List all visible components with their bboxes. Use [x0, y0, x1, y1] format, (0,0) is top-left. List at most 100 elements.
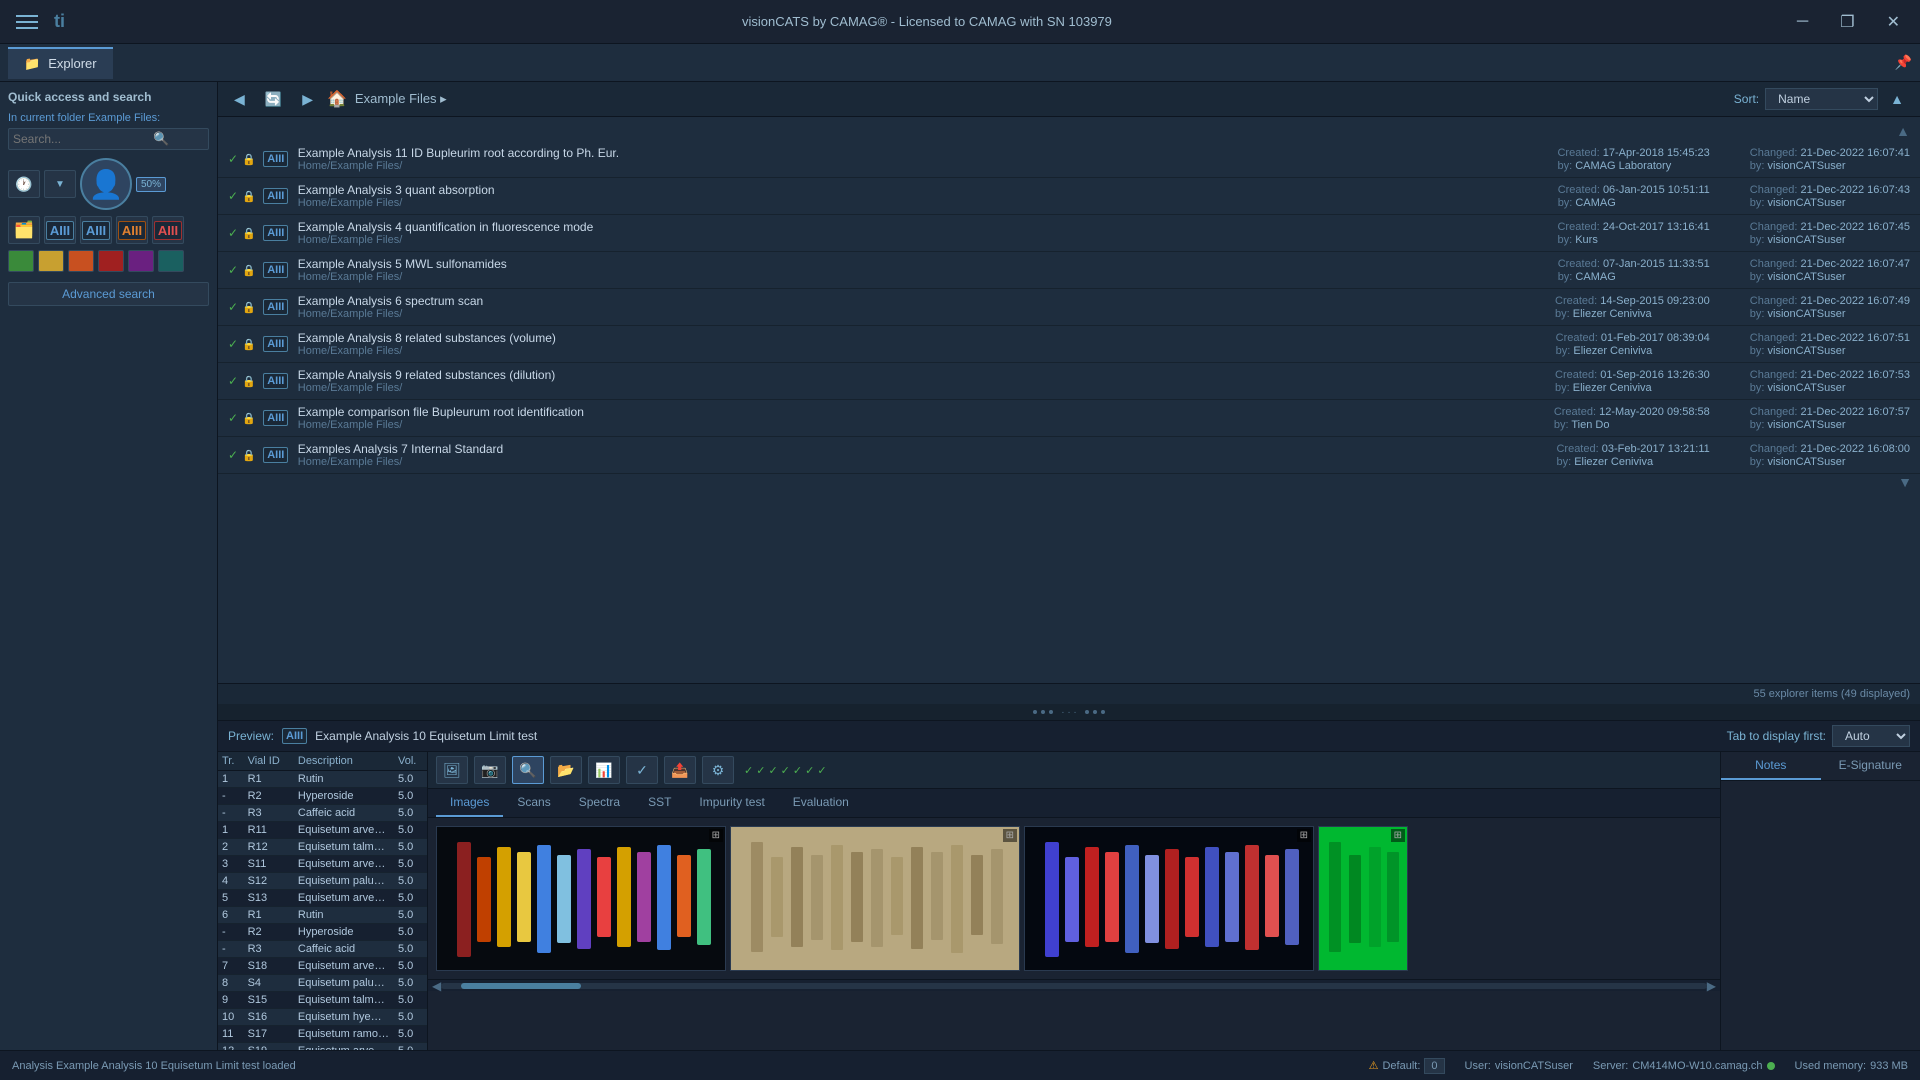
tool-folder-icon[interactable]: 📂: [550, 756, 582, 784]
tool-chart-icon[interactable]: 📊: [588, 756, 620, 784]
changed-meta: Changed: 21-Dec-2022 16:07:53 by: vision…: [1750, 369, 1910, 394]
aiii-blue2-icon[interactable]: AIII: [80, 216, 112, 244]
forward-button[interactable]: ▶: [296, 89, 319, 110]
advanced-search-button[interactable]: Advanced search: [8, 282, 209, 306]
user-avatar[interactable]: 👤: [80, 158, 132, 210]
scroll-right-arrow[interactable]: ▶: [1707, 979, 1716, 993]
image-thumb-1[interactable]: ⊞: [436, 826, 726, 971]
tab-notes[interactable]: Notes: [1721, 752, 1821, 780]
tab-display-dropdown[interactable]: Auto Images Scans: [1832, 725, 1910, 747]
track-table: Tr. Vial ID Description Vol. 1R1Rutin5.0…: [218, 752, 428, 1050]
color-green[interactable]: [8, 250, 34, 272]
image-thumb-4[interactable]: ⊞: [1318, 826, 1408, 971]
table-row[interactable]: 8S4Equisetum palustre...5.0: [218, 975, 427, 992]
table-row[interactable]: 1R11Equisetum arvense5.0: [218, 822, 427, 839]
search-input[interactable]: [13, 132, 153, 146]
table-row[interactable]: 12S19Equisetum arvense...5.0: [218, 1043, 427, 1051]
scroll-down-arrow[interactable]: ▼: [1898, 474, 1912, 490]
table-row[interactable]: 2R12Equisetum talmateia5.0: [218, 839, 427, 856]
changed-by: by: visionCATSuser: [1750, 234, 1910, 246]
list-item[interactable]: ✓ 🔒 AIII Examples Analysis 7 Internal St…: [218, 437, 1920, 474]
tab-impurity[interactable]: Impurity test: [685, 789, 778, 817]
tab-evaluation[interactable]: Evaluation: [779, 789, 863, 817]
image-scrollbar[interactable]: ◀ ▶: [428, 979, 1720, 991]
memory-section: Used memory: 933 MB: [1795, 1060, 1908, 1072]
image-toolbar: 🖼 📷 🔍 📂 📊 ✓ 📤 ⚙ ✓ ✓ ✓ ✓: [428, 752, 1720, 789]
tab-sst[interactable]: SST: [634, 789, 685, 817]
col-vialid: Vial ID: [244, 752, 294, 771]
table-row[interactable]: 9S15Equisetum talmateia5.0: [218, 992, 427, 1009]
list-item[interactable]: ✓ 🔒 AIII Example Analysis 11 ID Bupleuri…: [218, 141, 1920, 178]
tool-apply-icon[interactable]: ✓: [626, 756, 658, 784]
table-row[interactable]: -R3Caffeic acid5.0: [218, 805, 427, 822]
recent-icon[interactable]: 🕐: [8, 170, 40, 198]
file-count: 55 explorer items (49 displayed): [218, 683, 1920, 704]
home-icon-btn[interactable]: 🔄: [259, 89, 288, 110]
list-item[interactable]: ✓ 🔒 AIII Example Analysis 4 quantificati…: [218, 215, 1920, 252]
color-teal[interactable]: [158, 250, 184, 272]
warning-icon: ⚠: [1369, 1059, 1379, 1072]
close-button[interactable]: ✕: [1879, 10, 1908, 34]
tool-settings-icon[interactable]: ⚙: [702, 756, 734, 784]
image-thumb-3[interactable]: ⊞: [1024, 826, 1314, 971]
file-name: Example Analysis 5 MWL sulfonamides: [298, 257, 1558, 271]
file-lock-icon: 🔒: [242, 375, 256, 388]
table-row[interactable]: -R3Caffeic acid5.0: [218, 941, 427, 958]
table-row[interactable]: 6R1Rutin5.0: [218, 907, 427, 924]
image-thumb-2[interactable]: ⊞: [730, 826, 1020, 971]
tab-scans[interactable]: Scans: [503, 789, 564, 817]
color-orange[interactable]: [68, 250, 94, 272]
scroll-thumb[interactable]: [461, 983, 581, 989]
tab-spectra[interactable]: Spectra: [565, 789, 634, 817]
sort-dropdown[interactable]: Name Date Created Date Modified: [1765, 88, 1878, 110]
resize-handle[interactable]: · · ·: [218, 704, 1920, 720]
scroll-up-arrow[interactable]: ▲: [1894, 121, 1912, 141]
table-row[interactable]: 4S12Equisetum palustre5.0: [218, 873, 427, 890]
file-aiii-icon: AIII: [262, 219, 290, 247]
percent-badge: 50%: [136, 177, 166, 192]
search-button[interactable]: 🔍: [153, 131, 169, 147]
table-row[interactable]: 10S16Equisetum hyemale5.0: [218, 1009, 427, 1026]
tool-camera-icon[interactable]: 📷: [474, 756, 506, 784]
scroll-left-arrow[interactable]: ◀: [432, 979, 441, 993]
list-item[interactable]: ✓ 🔒 AIII Example Analysis 9 related subs…: [218, 363, 1920, 400]
list-item[interactable]: ✓ 🔒 AIII Example Analysis 6 spectrum sca…: [218, 289, 1920, 326]
file-meta: Created: 06-Jan-2015 10:51:11 by: CAMAG …: [1558, 184, 1910, 209]
hamburger-menu[interactable]: [12, 11, 42, 33]
table-row[interactable]: 11S17Equisetum ramosiss...5.0: [218, 1026, 427, 1043]
color-yellow[interactable]: [38, 250, 64, 272]
list-item[interactable]: ✓ 🔒 AIII Example comparison file Bupleur…: [218, 400, 1920, 437]
tool-plate-icon[interactable]: 🖼: [436, 756, 468, 784]
created-by: by: CAMAG Laboratory: [1557, 160, 1709, 172]
table-row[interactable]: 3S11Equisetum arvense5.0: [218, 856, 427, 873]
tab-esignature[interactable]: E-Signature: [1821, 752, 1920, 780]
dropdown-arrow-icon[interactable]: ▼: [44, 170, 76, 198]
sidebar-title: Quick access and search: [8, 90, 209, 104]
explorer-content: ◀ 🔄 ▶ 🏠 Example Files ▸ Sort: Name Date …: [218, 82, 1920, 1050]
created-meta: Created: 03-Feb-2017 13:21:11 by: Elieze…: [1556, 443, 1709, 468]
minimize-button[interactable]: ─: [1789, 10, 1816, 34]
back-button[interactable]: ◀: [228, 89, 251, 110]
table-row[interactable]: 1R1Rutin5.0: [218, 771, 427, 788]
table-row[interactable]: 5S13Equisetum arvense...5.0: [218, 890, 427, 907]
aiii-orange-icon[interactable]: AIII: [116, 216, 148, 244]
aiii-blue-icon[interactable]: AIII: [44, 216, 76, 244]
table-row[interactable]: 7S18Equisetum arvense...5.0: [218, 958, 427, 975]
folder-doc-icon[interactable]: 🗂️: [8, 216, 40, 244]
tab-images[interactable]: Images: [436, 789, 503, 817]
maximize-button[interactable]: ❐: [1832, 10, 1862, 34]
sort-order-button[interactable]: ▲: [1884, 89, 1910, 109]
list-item[interactable]: ✓ 🔒 AIII Example Analysis 5 MWL sulfonam…: [218, 252, 1920, 289]
tool-export-icon[interactable]: 📤: [664, 756, 696, 784]
image-3-svg: [1025, 827, 1314, 971]
color-red[interactable]: [98, 250, 124, 272]
tabbar: 📁 Explorer 📌: [0, 44, 1920, 82]
aiii-red-icon[interactable]: AIII: [152, 216, 184, 244]
list-item[interactable]: ✓ 🔒 AIII Example Analysis 3 quant absorp…: [218, 178, 1920, 215]
tab-explorer[interactable]: 📁 Explorer: [8, 47, 113, 79]
table-row[interactable]: -R2Hyperoside5.0: [218, 788, 427, 805]
list-item[interactable]: ✓ 🔒 AIII Example Analysis 8 related subs…: [218, 326, 1920, 363]
tool-scan-icon[interactable]: 🔍: [512, 756, 544, 784]
table-row[interactable]: -R2Hyperoside5.0: [218, 924, 427, 941]
color-purple[interactable]: [128, 250, 154, 272]
